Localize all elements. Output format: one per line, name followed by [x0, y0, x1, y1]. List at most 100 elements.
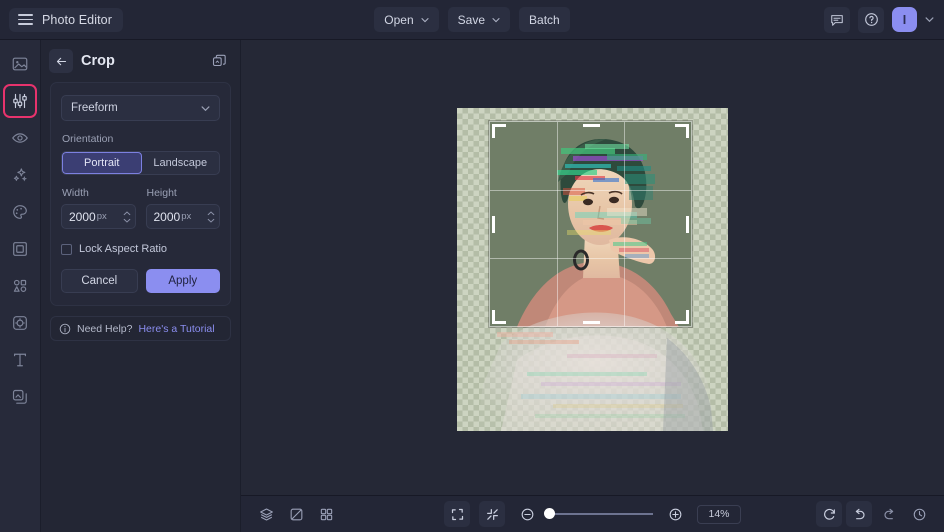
shapes-icon [13, 279, 27, 292]
question-circle-icon [864, 13, 878, 26]
aspect-ratio-select[interactable]: Freeform [61, 95, 220, 121]
undo-button[interactable] [846, 501, 872, 527]
batch-button[interactable]: Batch [519, 7, 570, 32]
help-button[interactable] [858, 6, 884, 33]
orientation-option-landscape[interactable]: Landscape [142, 152, 220, 174]
crop-handle-top-center[interactable] [582, 124, 600, 127]
width-stepper[interactable] [123, 210, 131, 223]
crop-handle-top-right[interactable] [675, 124, 689, 138]
chevron-down-icon [492, 17, 500, 22]
sparkles-icon [13, 168, 28, 182]
lock-aspect-ratio-label: Lock Aspect Ratio [79, 243, 168, 255]
zoom-slider-handle[interactable] [544, 508, 555, 519]
help-tutorial-banner[interactable]: Need Help? Here's a Tutorial [50, 316, 231, 341]
sidebar-item-adjust[interactable] [3, 84, 37, 118]
chevron-down-icon [421, 17, 429, 22]
zoom-out-button[interactable] [514, 501, 540, 527]
height-input[interactable]: 2000 px [145, 204, 220, 229]
grid-icon [320, 508, 332, 520]
sticker-icon [13, 316, 27, 330]
arrow-left-icon [56, 57, 66, 65]
compare-button[interactable] [283, 501, 309, 527]
eye-icon [12, 133, 28, 143]
duplicate-button[interactable] [208, 50, 230, 72]
app-menu-button[interactable]: Photo Editor [9, 7, 123, 32]
panel-actions: Cancel Apply [61, 269, 220, 293]
orientation-option-portrait[interactable]: Portrait [62, 152, 142, 174]
height-field-group: Height 2000 px [145, 187, 220, 229]
crop-handle-middle-right[interactable] [686, 216, 689, 233]
undo-icon [855, 508, 865, 519]
crop-grid-line-v1 [556, 122, 558, 326]
bottom-bar: 14% [241, 495, 944, 532]
crop-handle-bottom-left[interactable] [492, 310, 506, 324]
sidebar-item-effects[interactable] [5, 160, 35, 190]
collapse-icon [486, 508, 498, 520]
sidebar-item-filters[interactable] [5, 197, 35, 227]
feedback-button[interactable] [824, 6, 850, 33]
cancel-button[interactable]: Cancel [61, 269, 138, 293]
avatar[interactable]: I [892, 7, 917, 32]
sidebar-item-text[interactable] [5, 345, 35, 375]
crop-handle-bottom-center[interactable] [582, 321, 600, 324]
history-button[interactable] [906, 501, 932, 527]
sidebar-item-shapes[interactable] [5, 271, 35, 301]
image-stage[interactable] [457, 108, 728, 431]
history-controls [816, 501, 932, 527]
actual-size-button[interactable] [479, 501, 505, 527]
save-button[interactable]: Save [447, 7, 511, 32]
crop-handle-top-left[interactable] [492, 124, 506, 138]
sidebar-item-layers[interactable] [5, 382, 35, 412]
grid-button[interactable] [313, 501, 339, 527]
reset-button[interactable] [816, 501, 842, 527]
batch-label: Batch [529, 12, 560, 27]
zoom-slider[interactable] [544, 508, 653, 519]
sidebar-item-retouch[interactable] [5, 123, 35, 153]
width-field-group: Width 2000 px [61, 187, 136, 229]
open-label: Open [384, 12, 414, 27]
dimension-fields: Width 2000 px Height 2000 px [61, 187, 220, 229]
width-input[interactable]: 2000 px [61, 204, 136, 229]
chevron-down-icon [201, 105, 210, 111]
bottom-left-tools [253, 501, 339, 527]
panel-header: Crop [41, 40, 240, 82]
canvas-area[interactable] [241, 40, 944, 495]
back-button[interactable] [49, 49, 73, 73]
zoom-controls: 14% [378, 501, 808, 527]
lock-aspect-ratio-checkbox[interactable] [61, 243, 72, 255]
zoom-in-button[interactable] [662, 501, 688, 527]
width-label: Width [62, 187, 89, 199]
stepper-down-icon [207, 218, 215, 223]
app-title: Photo Editor [42, 12, 112, 27]
crop-grid-line-h2 [490, 257, 691, 259]
top-right-actions: I [824, 6, 934, 33]
refresh-icon [823, 508, 835, 520]
chevron-down-icon [925, 17, 934, 23]
crop-selection[interactable] [489, 121, 692, 327]
crop-handle-bottom-right[interactable] [675, 310, 689, 324]
tutorial-link[interactable]: Here's a Tutorial [138, 323, 214, 335]
crop-grid-line-h1 [490, 189, 691, 191]
crop-handle-middle-left[interactable] [492, 216, 495, 233]
layers-button[interactable] [253, 501, 279, 527]
stepper-down-icon [123, 218, 130, 223]
height-label: Height [146, 187, 177, 199]
frame-icon [13, 242, 27, 256]
sidebar-item-image[interactable] [5, 49, 35, 79]
lock-aspect-ratio-row[interactable]: Lock Aspect Ratio [61, 243, 220, 255]
plus-circle-icon [669, 508, 681, 520]
fit-screen-button[interactable] [444, 501, 470, 527]
height-stepper[interactable] [207, 210, 215, 223]
account-menu-button[interactable] [925, 15, 934, 24]
apply-button[interactable]: Apply [145, 269, 220, 293]
crop-grid-line-v2 [623, 122, 625, 326]
sidebar-item-frames[interactable] [5, 234, 35, 264]
sidebar-item-stickers[interactable] [5, 308, 35, 338]
open-button[interactable]: Open [374, 7, 439, 32]
duplicate-icon [212, 54, 226, 66]
info-icon [59, 323, 71, 334]
width-unit: px [96, 211, 107, 222]
redo-button[interactable] [876, 501, 902, 527]
zoom-level-value[interactable]: 14% [697, 504, 741, 524]
top-bar: Photo Editor Open Save Batch I [0, 0, 944, 40]
